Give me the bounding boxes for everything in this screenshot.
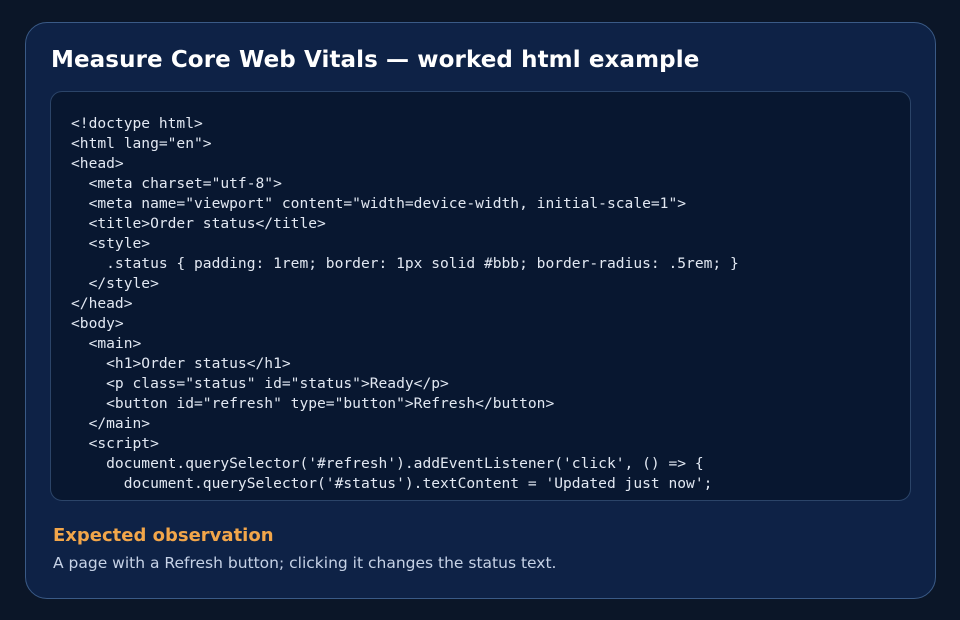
code-line: </style>	[71, 275, 159, 292]
code-line: <main>	[71, 335, 142, 352]
code-line: <!doctype html>	[71, 115, 203, 132]
code-line: <p class="status" id="status">Ready</p>	[71, 375, 449, 392]
code-line: .status { padding: 1rem; border: 1px sol…	[71, 255, 739, 272]
code-block: <!doctype html> <html lang="en"> <head> <m…	[71, 114, 739, 494]
code-line: <script>	[71, 435, 159, 452]
card-title: Measure Core Web Vitals — worked html ex…	[51, 47, 700, 73]
code-line: </main>	[71, 415, 151, 432]
code-line: <html lang="en">	[71, 135, 212, 152]
observation-text: A page with a Refresh button; clicking i…	[53, 554, 557, 572]
code-line: <head>	[71, 155, 124, 172]
code-panel: <!doctype html> <html lang="en"> <head> <m…	[50, 91, 911, 501]
code-line: document.querySelector('#refresh').addEv…	[71, 455, 704, 472]
example-card: Measure Core Web Vitals — worked html ex…	[25, 22, 936, 599]
observation-heading: Expected observation	[53, 525, 274, 546]
code-line: document.querySelector('#status').textCo…	[71, 475, 713, 492]
code-line: <button id="refresh" type="button">Refre…	[71, 395, 555, 412]
code-line: <style>	[71, 235, 151, 252]
code-line: </head>	[71, 295, 133, 312]
code-line: <h1>Order status</h1>	[71, 355, 291, 372]
code-line: <body>	[71, 315, 124, 332]
code-line: <meta charset="utf-8">	[71, 175, 282, 192]
code-line: <title>Order status</title>	[71, 215, 326, 232]
code-line: <meta name="viewport" content="width=dev…	[71, 195, 687, 212]
